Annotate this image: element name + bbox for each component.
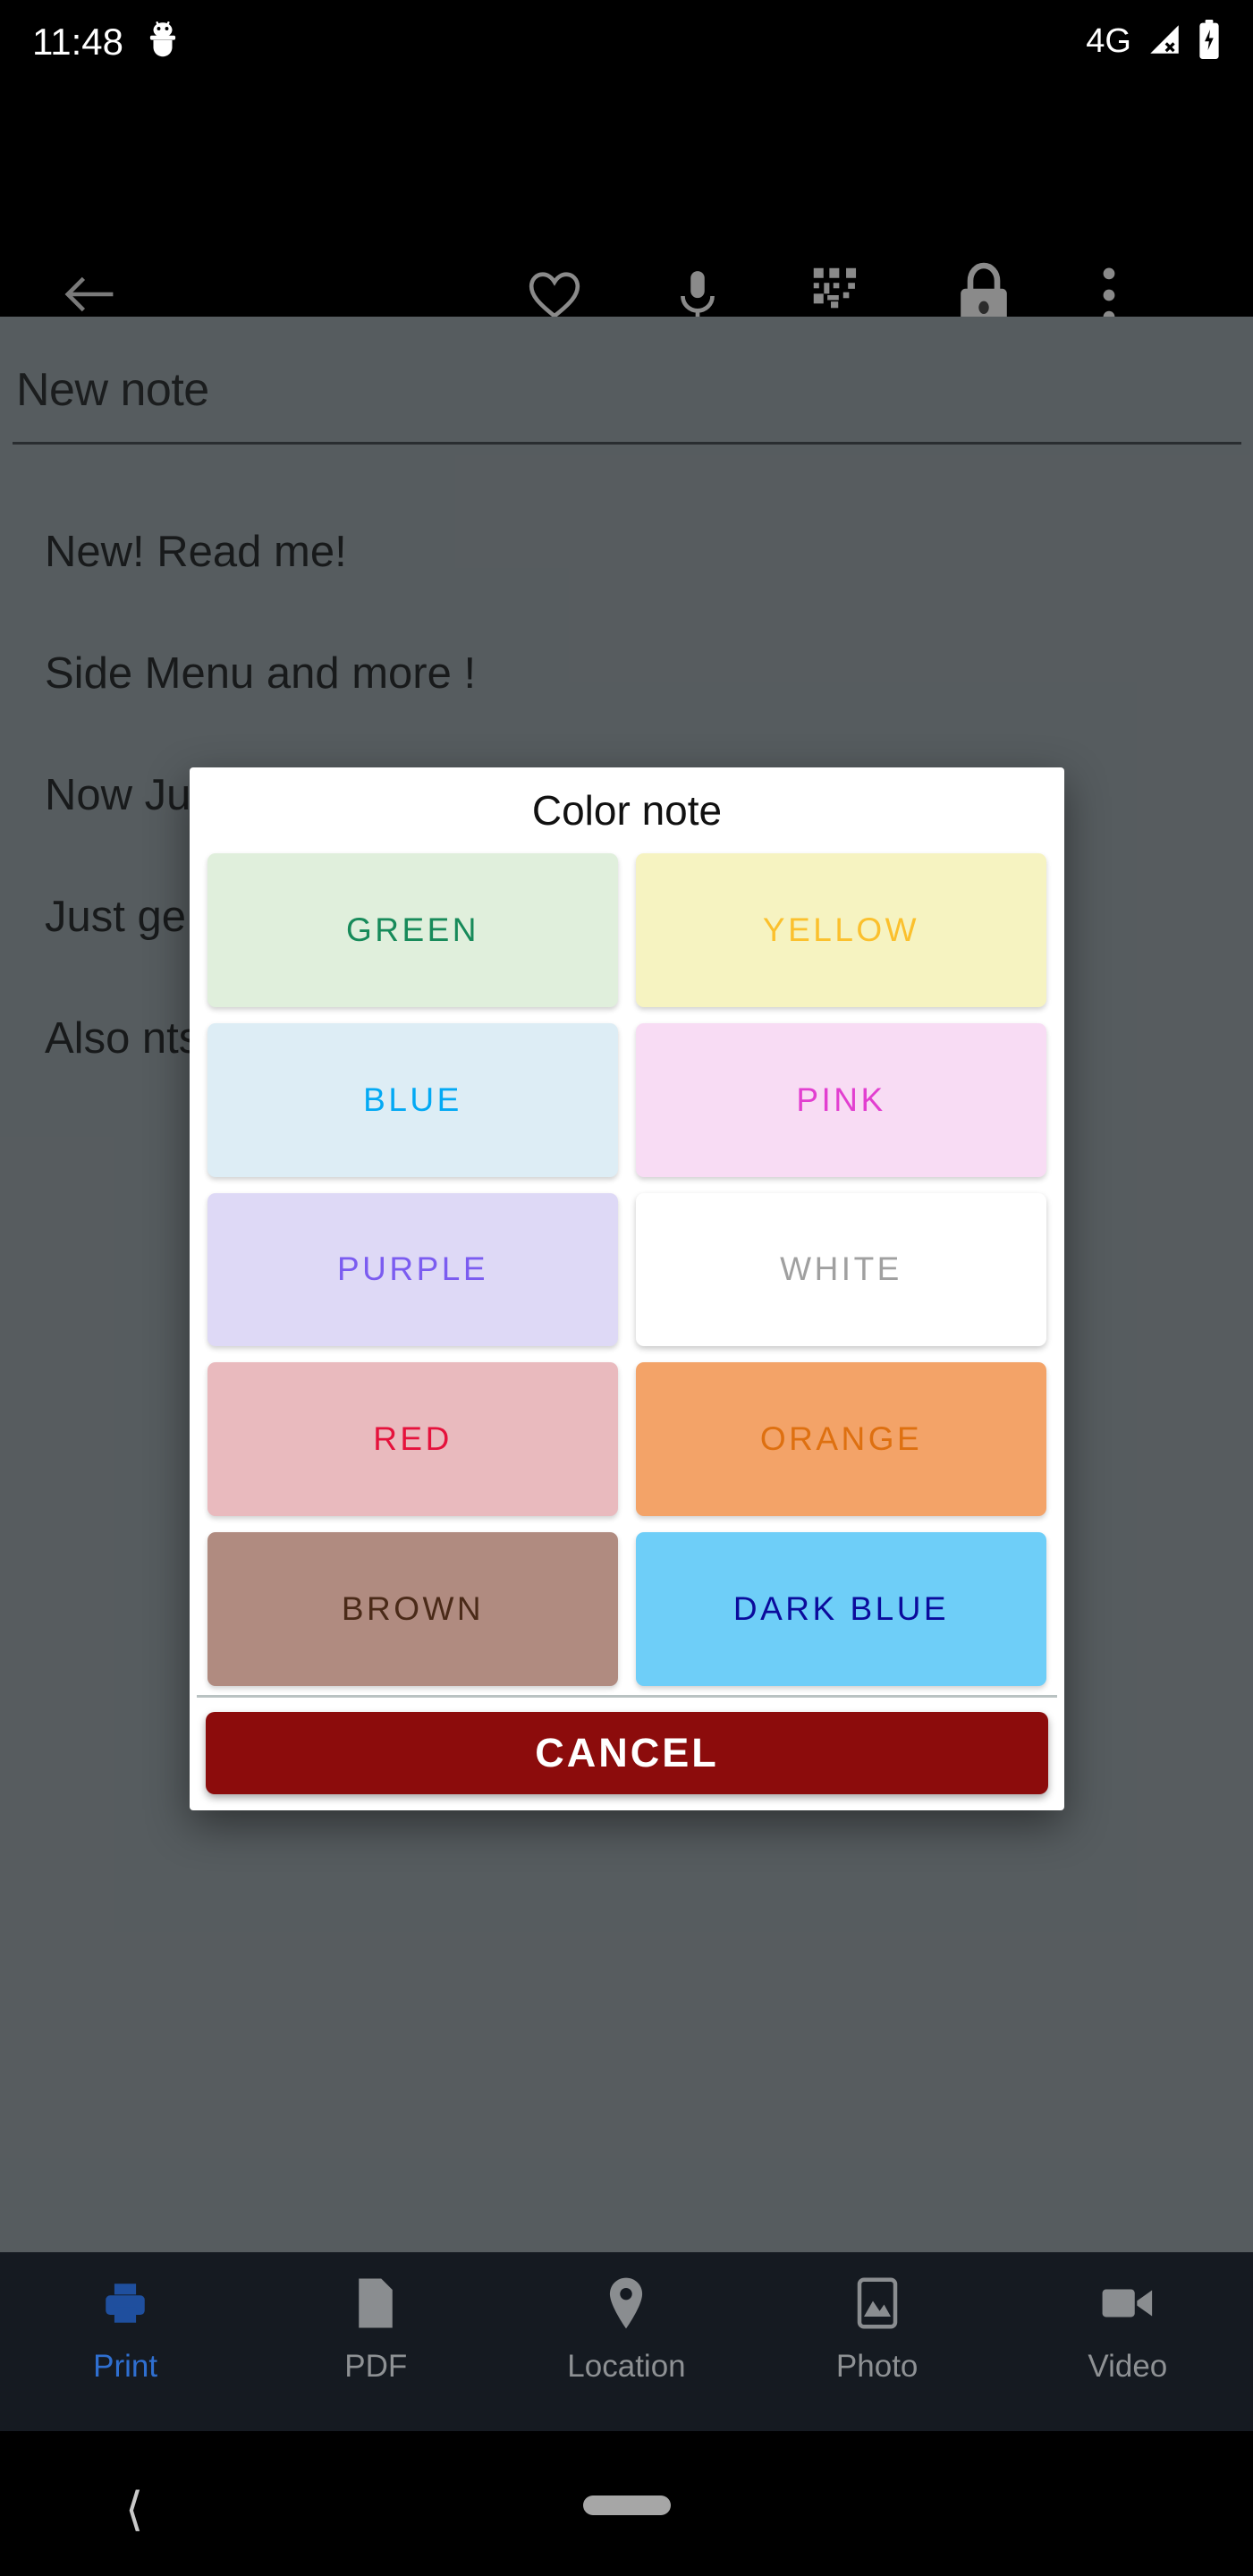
color-grid: GREEN YELLOW BLUE PINK PURPLE WHITE RED … (190, 853, 1064, 1693)
phone-screen: 11:48 4G New note New! Read me! Side Men… (0, 0, 1253, 2576)
dialog-title: Color note (531, 787, 723, 834)
color-option-yellow[interactable]: YELLOW (636, 853, 1046, 1007)
network-type-label: 4G (1086, 22, 1131, 60)
color-note-dialog: Color note GREEN YELLOW BLUE PINK PURPLE… (190, 767, 1064, 1810)
bottom-nav-label: Print (93, 2349, 158, 2384)
color-option-blue[interactable]: BLUE (207, 1022, 618, 1177)
status-bar-clock: 11:48 (32, 20, 123, 63)
bottom-nav-item-location[interactable]: Location (512, 2270, 741, 2385)
color-option-dark-blue[interactable]: DARK BLUE (636, 1532, 1046, 1686)
status-bar-right: 4G (1086, 20, 1221, 64)
signal-no-connection-icon (1146, 21, 1183, 63)
note-title-field[interactable]: New note (16, 363, 1241, 417)
location-pin-icon (605, 2270, 648, 2336)
bottom-nav-item-pdf[interactable]: PDF (262, 2270, 490, 2385)
video-camera-icon (1100, 2270, 1156, 2336)
color-option-green[interactable]: GREEN (207, 853, 618, 1007)
android-bug-icon (147, 21, 179, 63)
status-bar-left: 11:48 (32, 21, 179, 64)
bottom-attachment-bar: Print PDF Location Photo Video (0, 2252, 1253, 2431)
dialog-footer: CANCEL (190, 1698, 1064, 1810)
bottom-nav-label: Photo (835, 2349, 919, 2384)
bottom-nav-item-photo[interactable]: Photo (763, 2270, 991, 2385)
color-option-brown[interactable]: BROWN (207, 1532, 618, 1686)
note-line: Side Menu and more ! (45, 649, 477, 698)
pdf-icon (354, 2270, 397, 2336)
color-option-orange[interactable]: ORANGE (636, 1362, 1046, 1517)
photo-icon (855, 2270, 900, 2336)
print-icon (98, 2270, 152, 2336)
color-option-red[interactable]: RED (207, 1362, 618, 1517)
bottom-nav-item-video[interactable]: Video (1013, 2270, 1241, 2385)
bottom-nav-item-print[interactable]: Print (12, 2270, 240, 2385)
cancel-button[interactable]: CANCEL (206, 1712, 1048, 1794)
battery-charging-icon (1198, 20, 1221, 64)
title-underline (13, 442, 1241, 445)
color-option-white[interactable]: WHITE (636, 1192, 1046, 1347)
bottom-nav-label: Location (567, 2349, 686, 2384)
app-toolbar (0, 83, 1253, 327)
status-bar: 11:48 4G (0, 0, 1253, 83)
home-pill[interactable] (583, 2496, 671, 2515)
system-back-chevron[interactable]: ⟨ (125, 2483, 143, 2537)
bottom-nav-label: PDF (344, 2349, 408, 2384)
color-option-pink[interactable]: PINK (636, 1022, 1046, 1177)
note-line: New! Read me! (45, 528, 347, 576)
bottom-nav-label: Video (1088, 2349, 1168, 2384)
color-option-purple[interactable]: PURPLE (207, 1192, 618, 1347)
